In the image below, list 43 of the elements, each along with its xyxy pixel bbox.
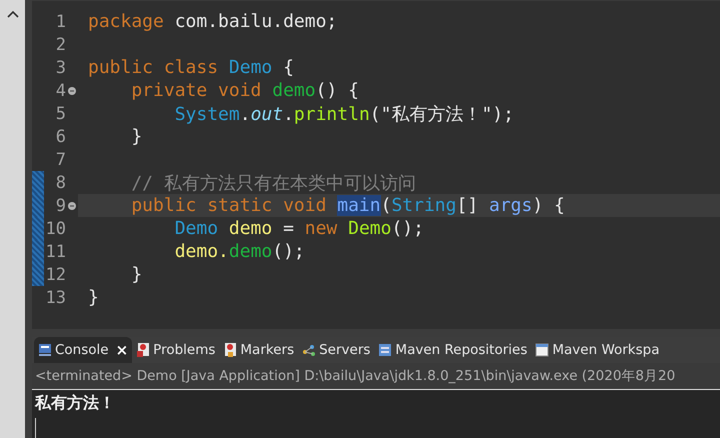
fold-icon[interactable] [68,202,76,210]
chevron-up-icon[interactable] [6,10,18,18]
console-header: <terminated> Demo [Java Application] D:\bailu\Java\jdk1.8.0_251\bin\javaw.exe (2020年8月20 [35,367,676,386]
panel-tab[interactable]: Problems [132,336,220,364]
line-number: 7 [54,150,66,170]
code-line: private void demo() { [130,80,359,101]
panel-tab[interactable]: Markers [219,336,298,364]
code-line: Demo demo = new Demo(); [174,218,424,239]
code-line: } [87,287,99,308]
code-line: public static void main(String[] args) { [130,195,565,216]
line-number: 5 [54,104,66,124]
code-line: System.out.println("私有方法！"); [174,102,514,126]
line-number: 9 [54,196,66,216]
line-number: 3 [54,58,66,78]
monitor-icon [38,343,52,358]
code-line: } [130,264,142,285]
console-output: 私有方法！ [35,393,115,414]
marker-icon [223,342,238,358]
line-number: 6 [54,126,66,146]
code-line: demo.demo(); [174,241,305,262]
window-icon [535,343,550,358]
line-number: 8 [54,172,66,192]
close-icon[interactable]: × [116,341,128,360]
panel-tab[interactable]: Console × [34,336,132,364]
line-number: 1 [54,12,66,32]
line-number: 4 [54,80,66,100]
code-line: package com.bailu.demo; [87,11,338,32]
panel-tab[interactable]: Maven Repositories [374,336,532,364]
repository-icon [378,343,392,358]
code-line: public class Demo { [87,57,294,78]
line-number: 11 [44,242,66,262]
line-number: 13 [44,288,66,308]
network-icon [302,344,316,356]
line-number: 2 [54,34,66,54]
panel-tab[interactable]: Servers [298,336,374,364]
code-editor[interactable] [32,0,720,330]
code-line: } [130,126,142,147]
panel-tab[interactable]: Maven Workspa [531,336,664,364]
code-line: // 私有方法只有在本类中可以访问 [130,172,416,194]
fold-icon[interactable] [68,86,76,94]
line-number: 12 [44,264,66,284]
error-marker-icon [136,342,150,358]
line-number: 10 [44,218,66,238]
